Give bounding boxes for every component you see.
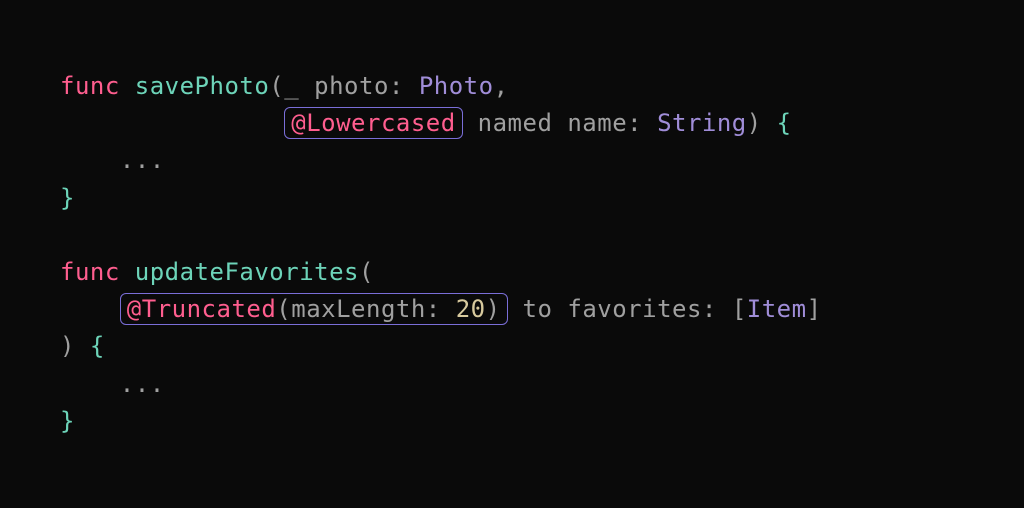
function-name: savePhoto bbox=[135, 72, 270, 100]
close-brace: } bbox=[60, 407, 75, 435]
number-literal: 20 bbox=[456, 295, 486, 323]
open-brace: { bbox=[777, 109, 792, 137]
colon: : bbox=[627, 109, 642, 137]
type: String bbox=[657, 109, 747, 137]
attr-arg-label: maxLength bbox=[291, 295, 426, 323]
attribute: @Truncated bbox=[127, 295, 277, 323]
open-paren: ( bbox=[359, 258, 374, 286]
keyword-func: func bbox=[60, 72, 120, 100]
body-ellipsis: ... bbox=[120, 370, 165, 398]
colon: : bbox=[389, 72, 404, 100]
close-paren: ) bbox=[60, 332, 75, 360]
attribute-highlight: @Lowercased bbox=[284, 107, 462, 139]
param-name: photo bbox=[314, 72, 389, 100]
keyword-func: func bbox=[60, 258, 120, 286]
attribute: @Lowercased bbox=[291, 109, 455, 137]
open-brace: { bbox=[90, 332, 105, 360]
close-paren: ) bbox=[747, 109, 762, 137]
param-label: named bbox=[478, 109, 553, 137]
code-block: func savePhoto(_ photo: Photo, @Lowercas… bbox=[60, 68, 964, 440]
close-paren: ) bbox=[486, 295, 501, 323]
function-name: updateFavorites bbox=[135, 258, 359, 286]
body-ellipsis: ... bbox=[120, 146, 165, 174]
attribute-highlight: @Truncated(maxLength: 20) bbox=[120, 293, 508, 325]
param-name: favorites bbox=[567, 295, 702, 323]
type: Item bbox=[747, 295, 807, 323]
close-brace: } bbox=[60, 184, 75, 212]
comma: , bbox=[494, 72, 509, 100]
open-paren: ( bbox=[276, 295, 291, 323]
param-label: to bbox=[523, 295, 553, 323]
open-bracket: [ bbox=[732, 295, 747, 323]
param-name: name bbox=[567, 109, 627, 137]
param-label: _ bbox=[284, 72, 299, 100]
type: Photo bbox=[419, 72, 494, 100]
close-bracket: ] bbox=[807, 295, 822, 323]
open-paren: ( bbox=[269, 72, 284, 100]
colon: : bbox=[702, 295, 717, 323]
colon: : bbox=[426, 295, 441, 323]
